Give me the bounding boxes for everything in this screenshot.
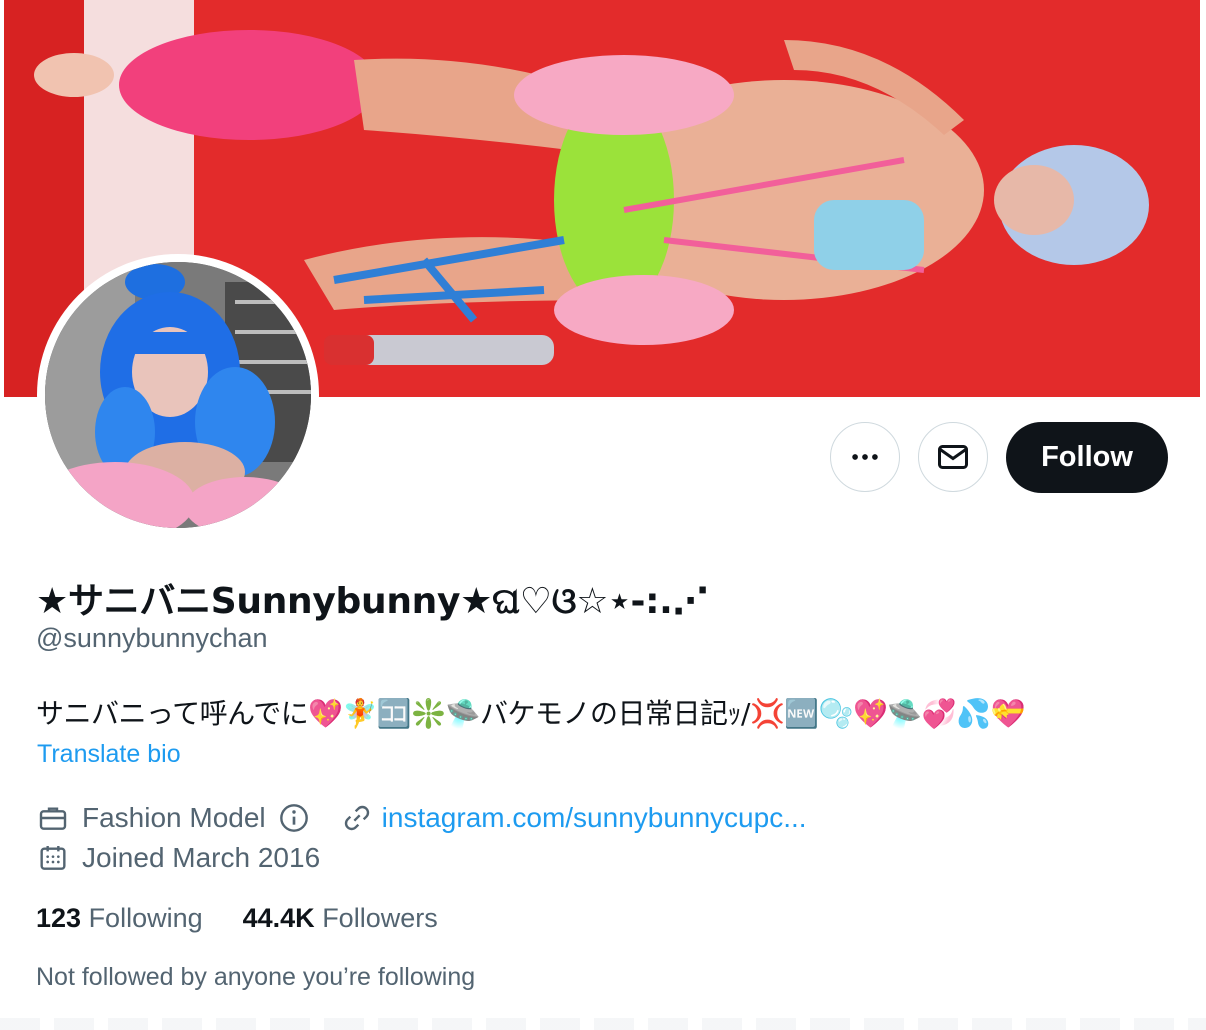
following-stat-link[interactable]: 123 Following <box>36 903 203 934</box>
profile-category: Fashion Model <box>82 802 266 833</box>
translate-bio-link[interactable]: Translate bio <box>37 740 181 769</box>
website-url: instagram.com/sunnybunnycupc... <box>381 802 807 833</box>
following-label: Following <box>88 903 203 933</box>
followers-label: Followers <box>322 903 438 933</box>
profile-meta-row: Fashion Model instagram.com/sunnybunnycu… <box>36 800 807 836</box>
more-horizontal-icon <box>852 454 878 460</box>
following-count: 123 <box>36 903 89 933</box>
avatar-photo <box>45 262 311 528</box>
followers-count: 44.4K <box>242 903 323 933</box>
follow-stats: 123 Following 44.4K Followers <box>36 903 478 934</box>
info-icon[interactable] <box>278 802 310 834</box>
message-button[interactable] <box>918 422 988 492</box>
profile-avatar[interactable] <box>37 254 319 536</box>
link-icon <box>340 801 374 835</box>
profile-bio: サニバニって呼んでに💖🧚🈁❇️🛸バケモノの日常日記ｯ/💢🆕🫧💖🛸💞💦💝 <box>36 697 1025 730</box>
profile-meta-row: Joined March 2016 <box>36 840 320 876</box>
user-handle: @sunnybunnychan <box>36 623 268 653</box>
followed-by-text: Not followed by anyone you’re following <box>36 963 476 991</box>
more-options-button[interactable] <box>830 422 900 492</box>
briefcase-icon <box>36 801 70 835</box>
calendar-icon <box>36 841 70 875</box>
profile-website-link[interactable]: instagram.com/sunnybunnycupc... <box>340 801 807 835</box>
envelope-icon <box>938 445 968 469</box>
follow-button[interactable]: Follow <box>1006 422 1168 493</box>
followers-stat-link[interactable]: 44.4K Followers <box>243 903 438 934</box>
next-section-divider <box>0 1018 1206 1030</box>
joined-date: Joined March 2016 <box>82 842 321 873</box>
display-name: ★サニバニSunnybunny★ଘ♡ଓ☆⋆-:.⋰ <box>36 581 709 622</box>
profile-page: Follow ★サニバニSunnybunny★ଘ♡ଓ☆⋆-:.⋰ @sunnyb… <box>0 0 1206 1030</box>
